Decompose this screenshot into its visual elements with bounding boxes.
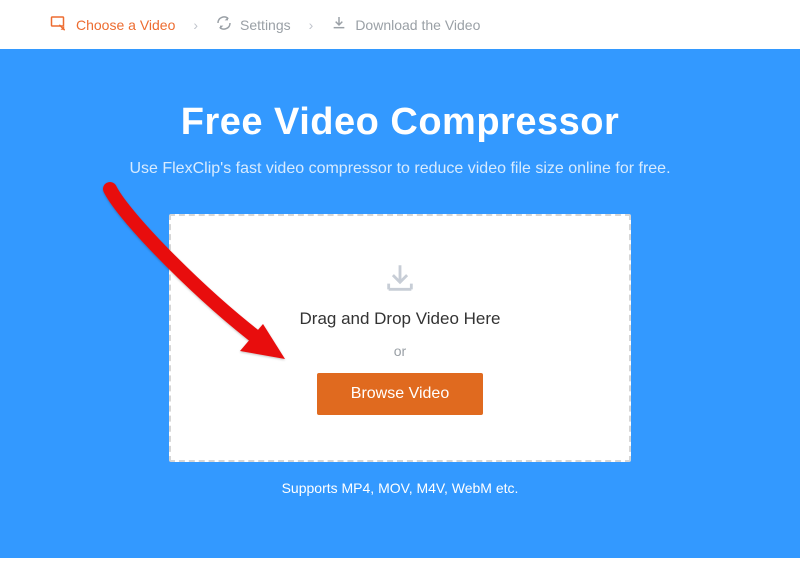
browse-video-button[interactable]: Browse Video	[317, 373, 483, 415]
step-download[interactable]: Download the Video	[331, 15, 480, 34]
download-icon	[383, 261, 417, 295]
hero-section: Free Video Compressor Use FlexClip's fas…	[0, 49, 800, 558]
refresh-icon	[216, 15, 232, 34]
chevron-right-icon: ›	[309, 17, 314, 33]
step-choose-video[interactable]: Choose a Video	[50, 14, 175, 35]
video-dropzone[interactable]: Drag and Drop Video Here or Browse Video	[169, 214, 631, 462]
chevron-right-icon: ›	[193, 17, 198, 33]
steps-bar: Choose a Video › Settings › Download the…	[0, 0, 800, 49]
step-label: Choose a Video	[76, 17, 175, 33]
page-subtitle: Use FlexClip's fast video compressor to …	[129, 160, 670, 178]
select-video-icon	[50, 14, 68, 35]
step-label: Download the Video	[355, 17, 480, 33]
download-icon	[331, 15, 347, 34]
dropzone-or-text: or	[394, 343, 406, 359]
step-settings[interactable]: Settings	[216, 15, 291, 34]
dropzone-main-text: Drag and Drop Video Here	[300, 309, 501, 329]
page-title: Free Video Compressor	[181, 101, 620, 144]
step-label: Settings	[240, 17, 291, 33]
supported-formats-text: Supports MP4, MOV, M4V, WebM etc.	[282, 480, 519, 496]
